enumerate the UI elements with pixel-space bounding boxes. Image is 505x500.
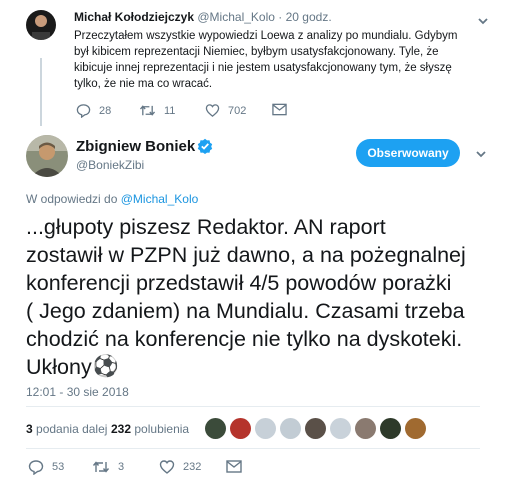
main-like-action[interactable]: 232 xyxy=(159,459,201,475)
reply-retweet-action[interactable]: 11 xyxy=(139,103,175,118)
main-more-chevron-icon[interactable] xyxy=(474,147,488,161)
liker-avatar[interactable] xyxy=(405,418,426,439)
reply-icon xyxy=(28,460,44,475)
liker-avatar[interactable] xyxy=(305,418,326,439)
following-button[interactable]: Obserwowany xyxy=(356,139,460,167)
main-author-avatar[interactable] xyxy=(26,135,68,177)
main-retweet-action[interactable]: 3 xyxy=(92,459,124,475)
reply-time[interactable]: 20 godz. xyxy=(286,10,332,24)
reply-dm-action[interactable] xyxy=(272,103,295,116)
liker-avatar[interactable] xyxy=(380,418,401,439)
main-likes-count: 232 xyxy=(183,461,202,473)
reply-reply-action[interactable]: 28 xyxy=(76,103,111,118)
main-text-line: zostawił w PZPN już dawno, a na pożegnal… xyxy=(26,243,466,267)
main-author-handle[interactable]: @BoniekZibi xyxy=(76,158,144,172)
soccer-ball-emoji: ⚽ xyxy=(92,355,119,378)
main-retweets-count: 3 xyxy=(118,461,125,473)
retweets-stat[interactable]: 3 podania dalej xyxy=(26,422,107,436)
stats-bottom-divider xyxy=(26,448,480,449)
reply-author-handle[interactable]: @Michal_Kolo xyxy=(197,10,275,24)
thread-connector-line xyxy=(40,58,42,126)
envelope-icon xyxy=(272,103,287,116)
in-reply-handle-link[interactable]: @Michal_Kolo xyxy=(121,192,199,206)
reply-like-action[interactable]: 702 xyxy=(205,103,246,118)
reply-more-chevron-icon[interactable] xyxy=(476,14,490,28)
retweet-icon xyxy=(139,105,156,116)
reply-tweet-text: Przeczytałem wszystkie wypowiedzi Loewa … xyxy=(74,30,458,90)
liker-avatar[interactable] xyxy=(355,418,376,439)
main-text-line: konferencji przedstawił 4/5 powodów pora… xyxy=(26,271,452,295)
main-dm-action[interactable] xyxy=(226,460,250,473)
reply-likes-count: 702 xyxy=(228,104,247,117)
main-reply-action[interactable]: 53 xyxy=(28,459,64,475)
envelope-icon xyxy=(226,460,242,473)
main-tweet-text: ...głupoty piszesz Redaktor. AN raport z… xyxy=(26,213,498,381)
tweet-timestamp[interactable]: 12:01 - 30 sie 2018 xyxy=(26,385,129,399)
retweet-icon xyxy=(92,461,110,473)
reply-author-name[interactable]: Michał Kołodziejczyk xyxy=(74,10,194,24)
reply-retweets-count: 11 xyxy=(164,104,176,117)
in-reply-to: W odpowiedzi do @Michal_Kolo xyxy=(26,192,198,206)
reply-author-avatar[interactable] xyxy=(26,10,56,40)
heart-icon xyxy=(205,104,220,117)
main-text-line: chodzić na konferencje nie tylko na dysk… xyxy=(26,327,463,351)
likes-stat[interactable]: 232 polubienia xyxy=(111,422,189,436)
main-author-name[interactable]: Zbigniew Boniek xyxy=(76,138,195,155)
main-text-line: ( Jego zdaniem) na Mundialu. Czasami trz… xyxy=(26,299,465,323)
stats-top-divider xyxy=(26,406,480,407)
reply-tweet-header: Michał Kołodziejczyk @Michal_Kolo · 20 g… xyxy=(74,10,332,24)
main-text-line: Ukłony xyxy=(26,355,92,379)
main-text-last-line: Ukłony ⚽ xyxy=(26,353,498,381)
retweets-stat-count: 3 xyxy=(26,422,33,436)
reply-replies-count: 28 xyxy=(99,104,112,117)
liker-avatar[interactable] xyxy=(255,418,276,439)
reply-icon xyxy=(76,104,91,118)
likes-stat-label: polubienia xyxy=(134,422,190,436)
heart-icon xyxy=(159,460,175,474)
in-reply-prefix: W odpowiedzi do xyxy=(26,192,118,206)
liker-avatar[interactable] xyxy=(330,418,351,439)
liker-avatar[interactable] xyxy=(230,418,251,439)
verified-badge-icon xyxy=(197,138,213,154)
main-text-line: ...głupoty piszesz Redaktor. AN raport xyxy=(26,215,386,239)
liker-avatar[interactable] xyxy=(280,418,301,439)
reply-separator: · xyxy=(278,10,283,24)
retweets-stat-label: podania dalej xyxy=(36,422,108,436)
likes-stat-count: 232 xyxy=(111,422,132,436)
liker-avatar[interactable] xyxy=(205,418,226,439)
main-replies-count: 53 xyxy=(52,461,65,473)
